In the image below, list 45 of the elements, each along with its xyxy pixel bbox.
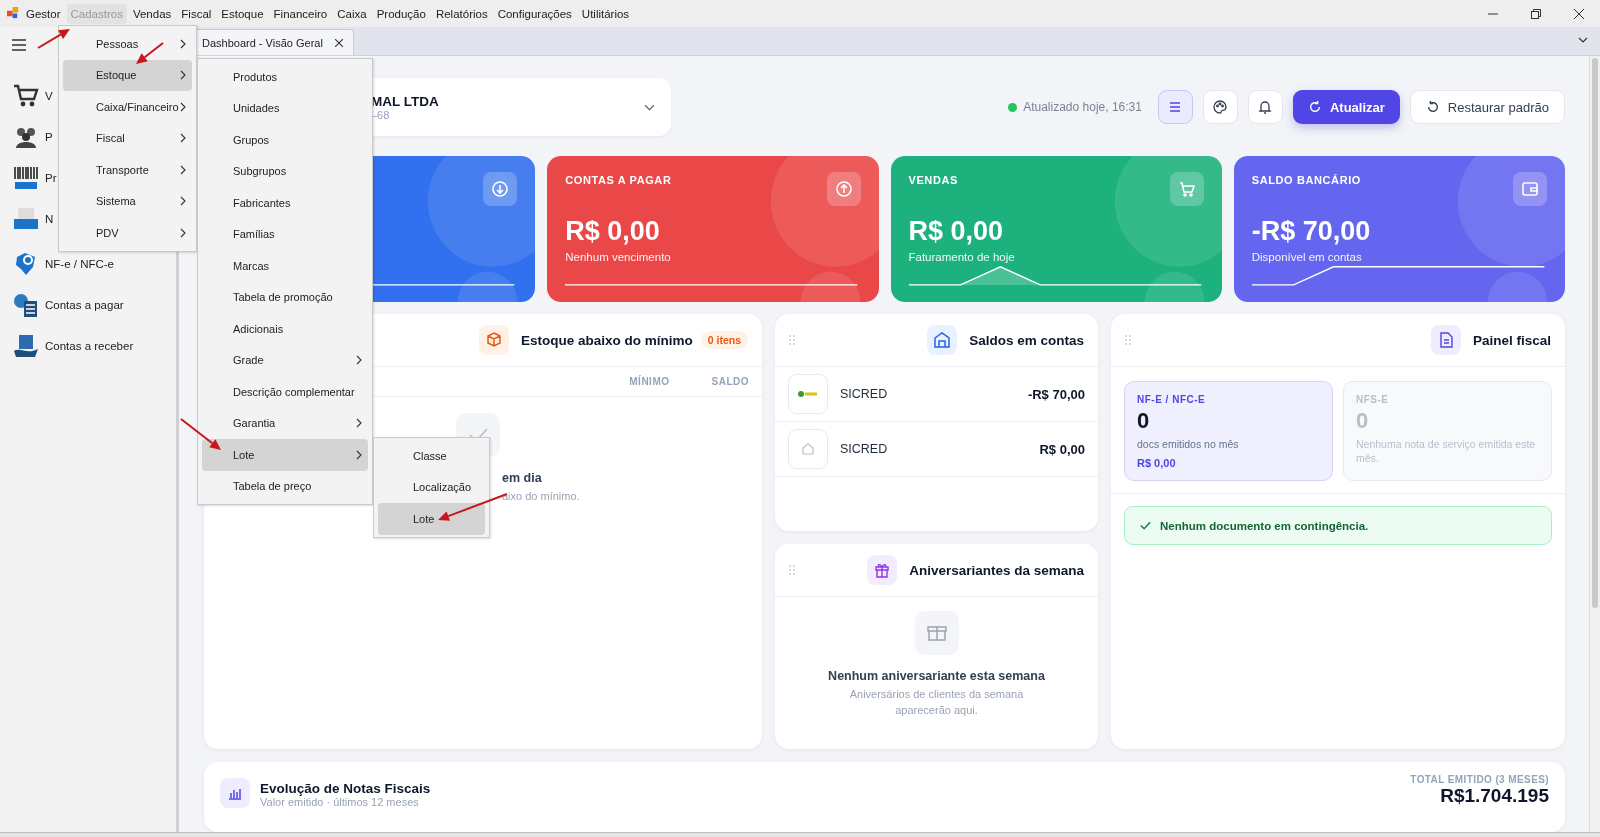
sidebar-label: Contas a receber: [45, 339, 134, 352]
company-detail: –68: [371, 108, 391, 121]
tile-caption: Nenhuma nota de serviço emitida este mês.: [1356, 437, 1537, 466]
card-caption: Nenhum vencimento: [565, 251, 672, 263]
panel-title: Aniversariantes da semana: [909, 562, 1084, 578]
card-title: Evolução de Notas Fiscais: [260, 781, 431, 796]
card-title: CONTAS A PAGAR: [565, 174, 672, 186]
panel-title: Painel fiscal: [1472, 332, 1551, 348]
column-header: MÍNIMO: [629, 376, 670, 387]
notice-text: Nenhum documento em contingência.: [1160, 519, 1369, 532]
card-caption: Disponível em contas: [1251, 251, 1363, 263]
app-name: Gestor: [26, 7, 61, 20]
total-label: TOTAL EMITIDO (3 MESES): [1410, 774, 1549, 785]
count-badge: 0 itens: [700, 331, 748, 349]
panel-title: Estoque abaixo do mínimo: [520, 332, 693, 348]
tile-count: 0: [1137, 408, 1151, 434]
status-text: Atualizado hoje, 16:31: [1023, 100, 1142, 114]
tile-caption: docs emitidos no mês: [1137, 437, 1240, 452]
account-name: SICRED: [840, 442, 888, 456]
empty-title: em dia: [502, 471, 542, 485]
sidebar-label: Pr: [45, 171, 57, 184]
card-caption: Faturamento de hoje: [908, 251, 1016, 263]
panel-title: Saldos em contas: [969, 332, 1084, 348]
card-title: VENDAS: [908, 174, 958, 186]
sidebar-label: Contas a pagar: [45, 298, 124, 311]
tile-amount: R$ 0,00: [1137, 457, 1177, 470]
tile-count: 0: [1356, 408, 1370, 434]
sidebar-label: V: [45, 89, 53, 102]
account-name: SICRED: [840, 387, 888, 401]
empty-title: Nenhum aniversariante esta semana: [828, 669, 1045, 683]
card-value: R$ 0,00: [908, 216, 1005, 247]
card-value: R$ 0,00: [565, 216, 661, 247]
total-value: R$1.704.195: [1440, 785, 1549, 807]
card-value: -R$ 70,00: [1251, 216, 1372, 247]
sidebar-label: NF-e / NFC-e: [45, 257, 114, 270]
card-subtitle: Valor emitido · últimos 12 meses: [260, 796, 420, 808]
column-header: SALDO: [711, 376, 749, 387]
account-balance: R$ 0,00: [1039, 441, 1085, 457]
account-balance: -R$ 70,00: [1027, 386, 1085, 402]
sidebar-label: N: [45, 212, 54, 225]
empty-text: Aniversários de clientes da semana aparecerão aqui.: [848, 687, 1025, 718]
sidebar-label: P: [45, 130, 53, 143]
tile-label: NF-E / NFC-E: [1137, 394, 1207, 405]
tile-label: NFS-E: [1356, 394, 1390, 405]
card-title: SALDO BANCÁRIO: [1251, 174, 1361, 186]
